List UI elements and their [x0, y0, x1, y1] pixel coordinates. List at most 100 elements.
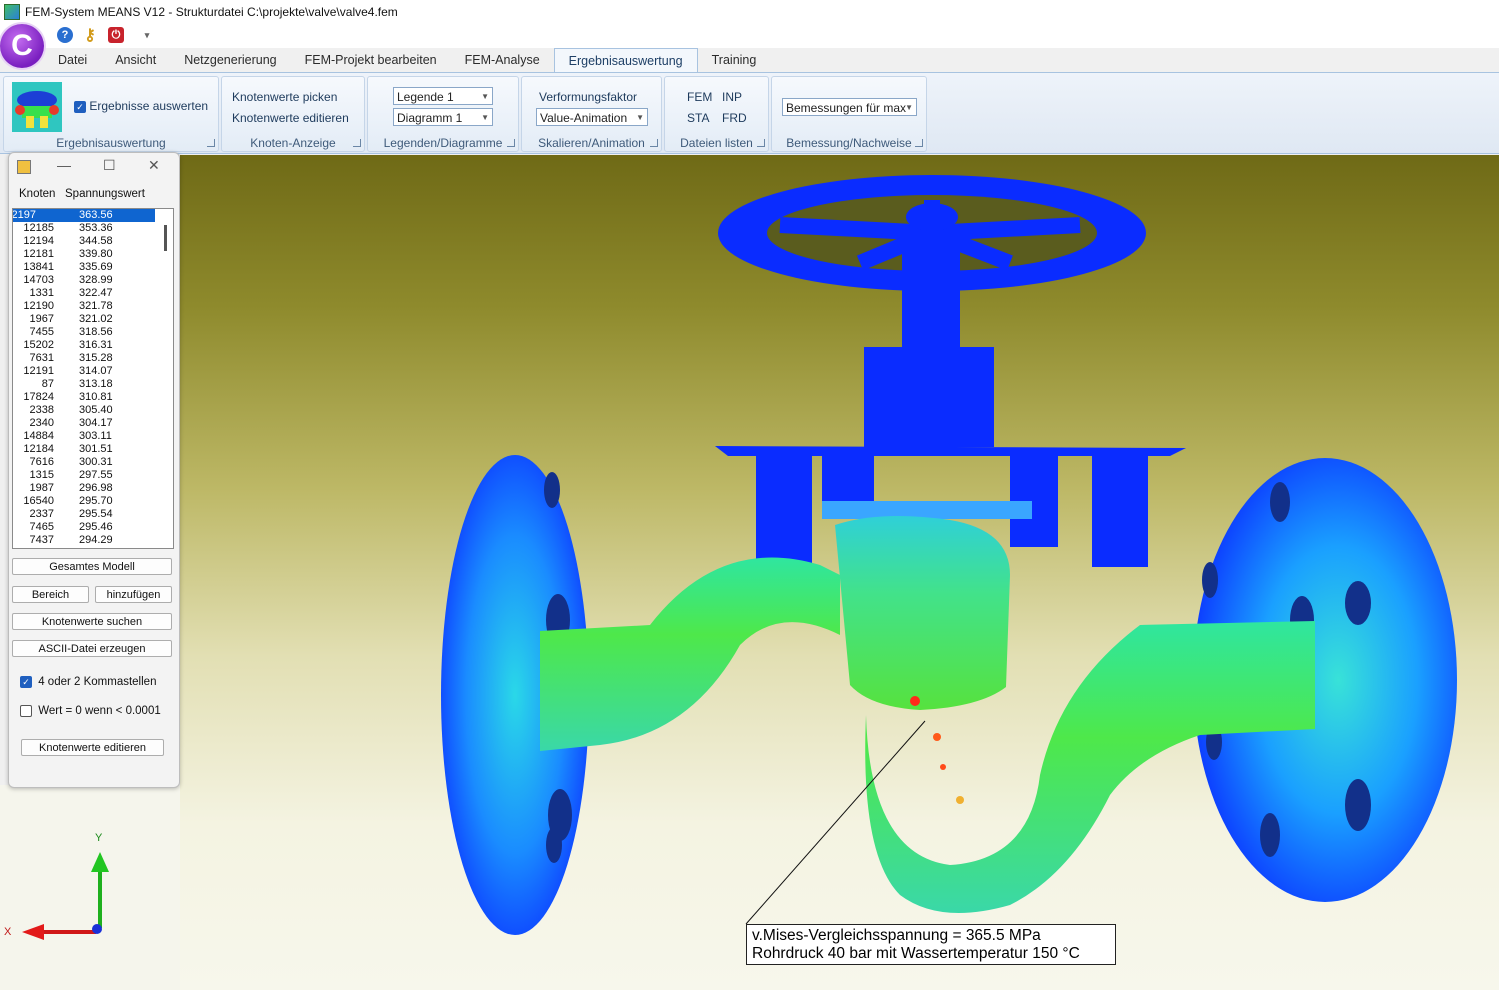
- list-item[interactable]: 12184 301.51: [13, 443, 173, 456]
- group-bemessung: Bemessungen für max ▼ Bemessung/Nachweise: [771, 76, 927, 152]
- group-expand-icon[interactable]: [915, 139, 923, 147]
- help-icon[interactable]: ?: [57, 27, 73, 43]
- axis-triad: [22, 852, 109, 940]
- fem-file-button[interactable]: FEM: [687, 90, 712, 104]
- stress-value: 295.54: [79, 508, 113, 520]
- list-item[interactable]: 15202 316.31: [13, 339, 173, 352]
- tab-training[interactable]: Training: [698, 48, 771, 72]
- list-item[interactable]: 7437 294.29: [13, 534, 173, 547]
- list-item[interactable]: 14884 303.11: [13, 430, 173, 443]
- wert-null-checkbox[interactable]: Wert = 0 wenn < 0.0001: [20, 705, 161, 717]
- group-expand-icon[interactable]: [353, 139, 361, 147]
- ribbon-tabs: Datei Ansicht Netzgenerierung FEM-Projek…: [44, 48, 771, 73]
- gesamtes-modell-button[interactable]: Gesamtes Modell: [12, 558, 172, 575]
- list-item[interactable]: 7631 315.28: [13, 352, 173, 365]
- list-item[interactable]: 12185 353.36: [13, 222, 173, 235]
- node-value-list[interactable]: 12197 363.56 12185 353.36 12194 344.58 12181 33…: [12, 208, 174, 549]
- list-item[interactable]: 13841 335.69: [13, 261, 173, 274]
- node-number: 87: [41, 378, 54, 390]
- list-item[interactable]: 7616 300.31: [13, 456, 173, 469]
- stress-value: 300.31: [79, 456, 113, 468]
- node-number: 7465: [29, 521, 54, 533]
- power-icon[interactable]: ⏻: [108, 27, 124, 43]
- title-bar: FEM-System MEANS V12 - Strukturdatei C:\…: [0, 0, 1499, 24]
- ascii-datei-button[interactable]: ASCII-Datei erzeugen: [12, 640, 172, 657]
- key-icon[interactable]: ⚷: [82, 27, 98, 44]
- list-item[interactable]: 1967 321.02: [13, 313, 173, 326]
- list-item[interactable]: 2338 305.40: [13, 404, 173, 417]
- close-icon[interactable]: ✕: [148, 157, 160, 174]
- list-item[interactable]: 12191 314.07: [13, 365, 173, 378]
- stress-value: 321.02: [79, 313, 113, 325]
- list-item[interactable]: 1315 297.55: [13, 469, 173, 482]
- maximize-icon[interactable]: ☐: [103, 157, 116, 174]
- animation-select[interactable]: Value-Animation ▼: [536, 108, 648, 126]
- node-number: 7437: [29, 534, 54, 546]
- hinzufuegen-button[interactable]: hinzufügen: [95, 586, 172, 603]
- knotenwerte-editieren-panel-button[interactable]: Knotenwerte editieren: [21, 739, 164, 756]
- node-number: 13841: [23, 261, 54, 273]
- bereich-button[interactable]: Bereich: [12, 586, 89, 603]
- group-expand-icon[interactable]: [507, 139, 515, 147]
- stress-value: 304.17: [79, 417, 113, 429]
- checkbox-checked-icon: ✓: [20, 676, 32, 688]
- diagramm-select[interactable]: Diagramm 1 ▼: [393, 108, 493, 126]
- window-title: FEM-System MEANS V12 - Strukturdatei C:\…: [25, 5, 398, 19]
- stress-value: 296.98: [79, 482, 113, 494]
- list-item[interactable]: 17824 310.81: [13, 391, 173, 404]
- app-menu-button[interactable]: C: [0, 24, 44, 68]
- tab-fem-analyse[interactable]: FEM-Analyse: [451, 48, 554, 72]
- quick-access-toolbar: ? ⚷ ⏻ ▾: [0, 24, 1499, 48]
- knotenwerte-picken-button[interactable]: Knotenwerte picken: [232, 90, 337, 104]
- group-expand-icon[interactable]: [757, 139, 765, 147]
- sta-file-button[interactable]: STA: [687, 111, 709, 125]
- list-item[interactable]: 7465 295.46: [13, 521, 173, 534]
- list-item[interactable]: 12197 363.56: [13, 209, 155, 222]
- valve-body: [835, 516, 1010, 710]
- list-item[interactable]: 12190 321.78: [13, 300, 173, 313]
- stress-value: 353.36: [79, 222, 113, 234]
- list-item[interactable]: 16540 295.70: [13, 495, 173, 508]
- tab-fem-projekt[interactable]: FEM-Projekt bearbeiten: [291, 48, 451, 72]
- minimize-icon[interactable]: —: [57, 157, 71, 173]
- model-viewport[interactable]: [180, 155, 1499, 990]
- list-item[interactable]: 12194 344.58: [13, 235, 173, 248]
- bemessung-select[interactable]: Bemessungen für max ▼: [782, 98, 917, 116]
- chevron-down-icon: ▼: [481, 113, 489, 122]
- col-header-spannungswert: Spannungswert: [65, 188, 145, 200]
- knotenwerte-editieren-button[interactable]: Knotenwerte editieren: [232, 111, 349, 125]
- group-expand-icon[interactable]: [650, 139, 658, 147]
- list-item[interactable]: 1331 322.47: [13, 287, 173, 300]
- list-item[interactable]: 2337 295.54: [13, 508, 173, 521]
- tab-ergebnisauswertung[interactable]: Ergebnisauswertung: [553, 48, 698, 73]
- axis-y-label: Y: [95, 832, 103, 844]
- list-item[interactable]: 1987 296.98: [13, 482, 173, 495]
- stress-value: 321.78: [79, 300, 113, 312]
- kommastellen-checkbox[interactable]: ✓ 4 oder 2 Kommastellen: [20, 676, 156, 688]
- verformungsfaktor-button[interactable]: Verformungsfaktor: [539, 90, 637, 104]
- dropdown-arrow-icon[interactable]: ▾: [139, 27, 155, 43]
- list-item[interactable]: 12181 339.80: [13, 248, 173, 261]
- knotenwerte-suchen-button[interactable]: Knotenwerte suchen: [12, 613, 172, 630]
- group-dateien: FEM INP STA FRD Dateien listen: [664, 76, 769, 152]
- frd-file-button[interactable]: FRD: [722, 111, 747, 125]
- node-number: 1967: [29, 313, 54, 325]
- panel-app-icon: [17, 160, 31, 174]
- ergebnisse-checkbox[interactable]: ✓ Ergebnisse auswerten: [74, 99, 208, 113]
- node-number: 1315: [29, 469, 54, 481]
- list-item[interactable]: 2340 304.17: [13, 417, 173, 430]
- group-expand-icon[interactable]: [207, 139, 215, 147]
- tab-ansicht[interactable]: Ansicht: [101, 48, 170, 72]
- tab-datei[interactable]: Datei: [44, 48, 101, 72]
- tab-netzgenerierung[interactable]: Netzgenerierung: [170, 48, 290, 72]
- legende-select[interactable]: Legende 1 ▼: [393, 87, 493, 105]
- stress-value: 313.18: [79, 378, 113, 390]
- list-item[interactable]: 7455 318.56: [13, 326, 173, 339]
- node-number: 12184: [23, 443, 54, 455]
- inp-file-button[interactable]: INP: [722, 90, 742, 104]
- list-item[interactable]: 87 313.18: [13, 378, 173, 391]
- stress-value: 335.69: [79, 261, 113, 273]
- list-item[interactable]: 14703 328.99: [13, 274, 173, 287]
- stress-value: 301.51: [79, 443, 113, 455]
- app-icon: [4, 4, 20, 20]
